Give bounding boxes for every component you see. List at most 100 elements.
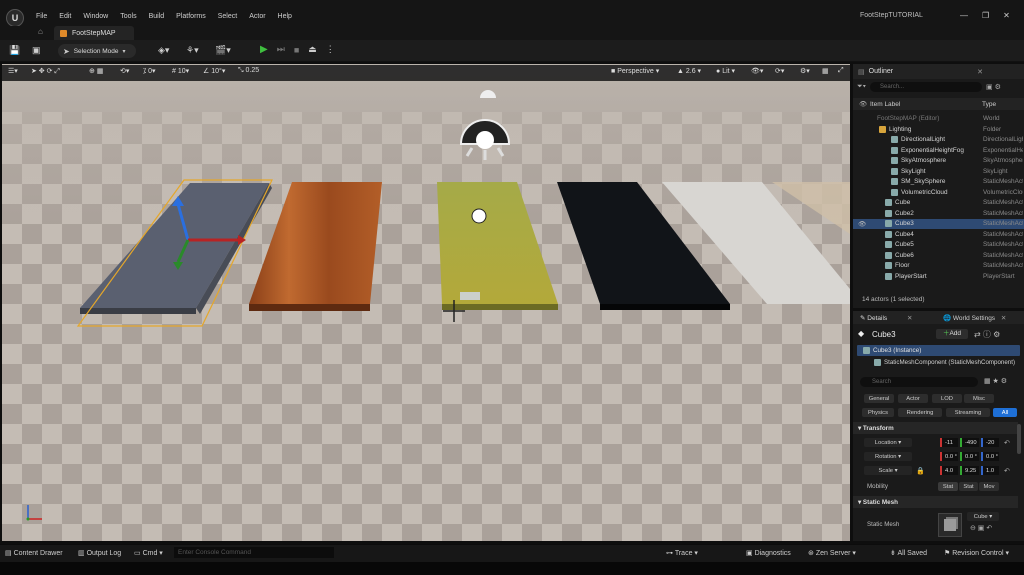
browse-icon[interactable]: ▣	[32, 45, 41, 56]
details-options-icon[interactable]: ▦ ★ ⚙	[984, 377, 1007, 385]
close-icon[interactable]: ✕	[1001, 315, 1006, 322]
stop-icon[interactable]: ■	[294, 45, 299, 55]
close-icon[interactable]: ✕	[977, 68, 983, 76]
camera-speed[interactable]: ⁒ 0▾	[143, 67, 156, 75]
column-type[interactable]: Type	[982, 101, 996, 108]
show-flags-icon[interactable]: 👁▾	[751, 67, 763, 75]
menu-actor[interactable]: Actor	[243, 13, 271, 20]
viewport-options-icon[interactable]: ☰▾	[8, 67, 18, 75]
mobility-movable[interactable]: Mov	[979, 482, 999, 491]
blueprint-convert-icon[interactable]: ⇄ ⓘ ⚙	[974, 329, 1000, 340]
restore-icon[interactable]: ❐	[982, 11, 989, 20]
all-saved-button[interactable]: ⇟ All Saved	[890, 549, 927, 557]
content-drawer-button[interactable]: ▤ Content Drawer	[5, 549, 63, 557]
location-x[interactable]: -11	[940, 438, 958, 447]
scale-snap[interactable]: ⤡ 0.25	[238, 67, 259, 75]
scale-dropdown[interactable]: Scale ▾	[864, 466, 912, 475]
menu-tools[interactable]: Tools	[114, 13, 142, 20]
filter-misc[interactable]: Misc	[964, 394, 994, 403]
filter-physics[interactable]: Physics	[862, 408, 894, 417]
lock-icon[interactable]: 🔒	[916, 467, 925, 475]
filter-icon[interactable]: ⏷▾	[857, 83, 866, 91]
settings-icon[interactable]: ⚙▾	[800, 67, 810, 75]
actor-name[interactable]: Cube3	[872, 330, 896, 339]
static-mesh-component-row[interactable]: StaticMeshComponent (StaticMeshComponent…	[874, 359, 1022, 366]
mesh-browse-icons[interactable]: ⊖ ▣ ↶	[970, 524, 992, 532]
outliner-row-player-start[interactable]: PlayerStart PlayerStart	[853, 271, 1024, 282]
scale-x[interactable]: 4.0	[940, 466, 958, 475]
cmd-dropdown[interactable]: ▭ Cmd ▾	[134, 549, 163, 557]
select-tool-icon[interactable]: ➤ ✥ ⟳ ⤢	[31, 67, 60, 76]
column-item-label[interactable]: Item Label	[870, 101, 900, 108]
mesh-thumbnail[interactable]	[938, 513, 962, 537]
location-dropdown[interactable]: Location ▾	[864, 438, 912, 447]
sun-sprite-icon[interactable]	[471, 208, 487, 224]
close-icon[interactable]: ✕	[907, 315, 912, 322]
tab-map[interactable]: FootStepMAP	[54, 26, 134, 40]
step-icon[interactable]: ⏭	[277, 44, 285, 55]
mesh-picker-dropdown[interactable]: Cube ▾	[967, 512, 999, 521]
close-icon[interactable]: ✕	[1003, 11, 1010, 20]
surface-snap-icon[interactable]: ⟲▾	[120, 67, 129, 75]
menu-platforms[interactable]: Platforms	[170, 13, 212, 20]
location-y[interactable]: -490	[960, 438, 979, 447]
outliner-row-cube2[interactable]: Cube2 StaticMeshActor	[853, 208, 1024, 219]
menu-build[interactable]: Build	[143, 13, 171, 20]
level-viewport[interactable]	[2, 64, 850, 541]
tab-world-settings[interactable]: 🌐 World Settings ✕	[943, 314, 1006, 322]
mobility-stationary[interactable]: Stat	[959, 482, 978, 491]
outliner-row-lighting[interactable]: Lighting Folder	[853, 124, 1024, 135]
filter-lod[interactable]: LOD	[932, 394, 962, 403]
outliner-row-cube5[interactable]: Cube5 StaticMeshActor	[853, 240, 1024, 251]
outliner-row-sky-sphere[interactable]: SM_SkySphere StaticMeshActor	[853, 177, 1024, 188]
filter-streaming[interactable]: Streaming	[946, 408, 990, 417]
world-space-icon[interactable]: ⊕ ▦	[89, 67, 103, 75]
menu-select[interactable]: Select	[212, 13, 243, 20]
visibility-eye-icon[interactable]: 👁	[858, 220, 866, 228]
layout-icon[interactable]: ▦	[822, 67, 829, 75]
add-folder-icon[interactable]: ▣ ⚙	[986, 83, 1001, 91]
maximize-viewport-icon[interactable]: ⤢	[838, 67, 844, 75]
menu-edit[interactable]: Edit	[53, 13, 77, 20]
rotation-snap[interactable]: ∠ 10°▾	[203, 67, 225, 75]
outliner-row-world[interactable]: FootStepMAP (Editor) World	[853, 113, 1024, 124]
reset-icon[interactable]: ↶	[1004, 467, 1010, 475]
selection-mode-dropdown[interactable]: ➤ Selection Mode ▾	[58, 44, 136, 58]
save-icon[interactable]: 💾	[9, 45, 20, 56]
details-scrollbar[interactable]	[1017, 424, 1021, 454]
outliner-row-floor[interactable]: Floor StaticMeshActor	[853, 261, 1024, 272]
details-search-input[interactable]: Search	[860, 377, 978, 387]
blueprint-icon[interactable]: ⚘▾	[186, 45, 199, 56]
diagnostics-button[interactable]: ▣ Diagnostics	[746, 549, 791, 557]
output-log-button[interactable]: ▥ Output Log	[78, 549, 121, 557]
console-command-input[interactable]: Enter Console Command	[174, 547, 334, 558]
rotation-dropdown[interactable]: Rotation ▾	[864, 452, 912, 461]
minimize-icon[interactable]: —	[960, 11, 968, 20]
filter-rendering[interactable]: Rendering	[898, 408, 942, 417]
outliner-row-cloud[interactable]: VolumetricCloud VolumetricCloud	[853, 187, 1024, 198]
outliner-row-cube3-selected[interactable]: 👁 Cube3 StaticMeshActor	[853, 218, 1024, 229]
outliner-row-sky-light[interactable]: SkyLight SkyLight	[853, 166, 1024, 177]
grid-snap[interactable]: # 10▾	[172, 67, 189, 75]
perspective-dropdown[interactable]: ■ Perspective ▾	[611, 67, 659, 75]
reset-icon[interactable]: ↶	[1004, 439, 1010, 447]
outliner-row-sky-atmosphere[interactable]: SkyAtmosphere SkyAtmosphere	[853, 156, 1024, 167]
outliner-row-fog[interactable]: ExponentialHeightFog ExponentialHeightFog	[853, 145, 1024, 156]
filter-all[interactable]: All	[993, 408, 1017, 417]
directional-light-icon[interactable]	[459, 119, 511, 160]
eject-icon[interactable]: ⏏	[308, 44, 317, 55]
filter-general[interactable]: General	[864, 394, 894, 403]
outliner-row-cube[interactable]: Cube StaticMeshActor	[853, 198, 1024, 209]
outliner-row-directional-light[interactable]: DirectionalLight DirectionalLight	[853, 135, 1024, 146]
view-mode-dropdown[interactable]: ● Lit ▾	[716, 67, 735, 75]
add-actor-icon[interactable]: ◈▾	[158, 45, 169, 56]
filter-actor[interactable]: Actor	[898, 394, 928, 403]
outliner-search-input[interactable]: Search...	[870, 82, 983, 92]
tab-details[interactable]: ✎ Details ✕	[860, 314, 912, 322]
menu-window[interactable]: Window	[77, 13, 114, 20]
home-icon[interactable]: ⌂	[38, 27, 43, 36]
rotation-x[interactable]: 0.0 °	[940, 452, 958, 461]
menu-help[interactable]: Help	[272, 13, 298, 20]
outliner-row-cube6[interactable]: Cube6 StaticMeshActor	[853, 250, 1024, 261]
trace-dropdown[interactable]: ⊶ Trace ▾	[666, 549, 698, 557]
